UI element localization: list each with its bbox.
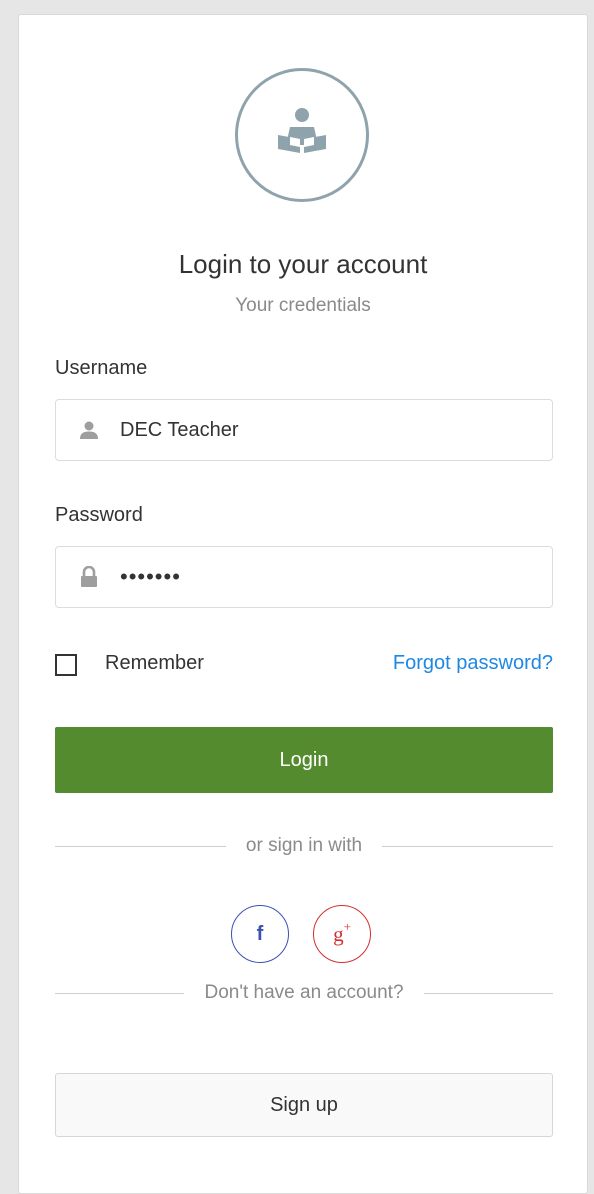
username-input[interactable] — [120, 418, 520, 442]
login-button[interactable]: Login — [55, 727, 553, 793]
logo — [235, 68, 369, 202]
facebook-button[interactable]: f — [231, 905, 289, 963]
google-plus-icon: g+ — [333, 919, 351, 947]
username-field[interactable] — [55, 399, 553, 461]
page-subtitle: Your credentials — [235, 295, 371, 316]
divider-line-left — [55, 845, 226, 847]
signup-divider-label: Don't have an account? — [204, 982, 404, 1003]
divider-line-right — [382, 845, 554, 847]
facebook-icon: f — [256, 922, 264, 945]
login-card: Login to your account Your credentials U… — [18, 14, 588, 1194]
password-input[interactable] — [120, 564, 520, 590]
google-plus-sup: + — [343, 919, 351, 934]
page-title: Login to your account — [178, 249, 428, 279]
user-icon — [78, 419, 100, 441]
divider-line-left — [55, 992, 185, 994]
username-label: Username — [55, 357, 148, 379]
remember-label[interactable]: Remember — [105, 652, 204, 675]
google-plus-button[interactable]: g+ — [313, 905, 371, 963]
forgot-password-link[interactable]: Forgot password? — [393, 652, 553, 675]
teacher-reading-icon — [270, 101, 334, 170]
social-divider-label: or sign in with — [245, 835, 363, 856]
password-label: Password — [55, 504, 143, 526]
google-plus-letter: g — [333, 922, 344, 946]
password-field[interactable] — [55, 546, 553, 608]
divider-line-right — [423, 992, 554, 994]
remember-checkbox[interactable] — [55, 654, 77, 676]
sign-up-button[interactable]: Sign up — [55, 1073, 553, 1137]
signup-divider: Don't have an account? — [55, 981, 554, 1005]
social-divider: or sign in with — [55, 834, 554, 858]
remember-row: Remember Forgot password? — [55, 650, 553, 680]
lock-icon — [78, 566, 100, 588]
